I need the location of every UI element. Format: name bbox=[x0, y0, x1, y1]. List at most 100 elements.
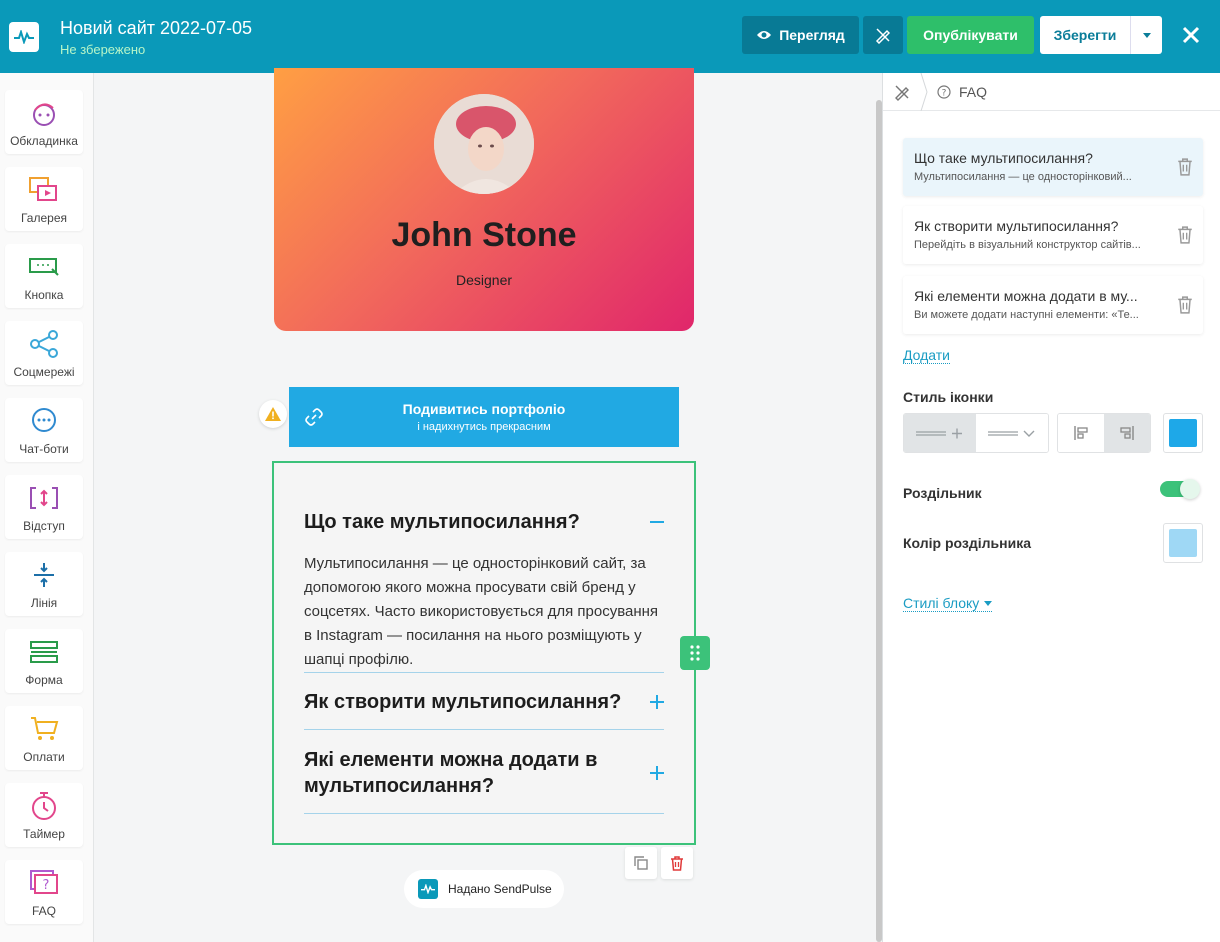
line-icon bbox=[34, 563, 54, 587]
sidebar-item-gallery[interactable]: Галерея bbox=[5, 167, 83, 231]
divider-color-picker[interactable] bbox=[1163, 523, 1203, 563]
block-styles-link[interactable]: Стилі блоку bbox=[903, 595, 993, 612]
icon-color-picker[interactable] bbox=[1163, 413, 1203, 453]
sidebar-item-timer[interactable]: Таймер bbox=[5, 783, 83, 847]
close-button[interactable] bbox=[1162, 16, 1220, 54]
share-icon bbox=[30, 330, 58, 358]
faq-list-item[interactable]: Що таке мультипосилання? Мультипосилання… bbox=[903, 138, 1203, 196]
caret-down-icon bbox=[1142, 32, 1151, 38]
profile-role: Designer bbox=[455, 272, 513, 288]
sidebar-item-faq[interactable]: ? FAQ bbox=[5, 860, 83, 924]
delete-block-button[interactable] bbox=[661, 847, 693, 879]
faq-question-2[interactable]: Як створити мультипосилання? bbox=[304, 689, 634, 715]
divider-toggle[interactable] bbox=[1160, 479, 1200, 499]
preview-button[interactable]: Перегляд bbox=[742, 16, 859, 54]
duplicate-block-button[interactable] bbox=[625, 847, 657, 879]
save-label: Зберегти bbox=[1053, 27, 1117, 43]
sidebar-label: Кнопка bbox=[24, 288, 64, 302]
plus-icon[interactable] bbox=[648, 764, 666, 782]
icon-align-right-option[interactable] bbox=[1104, 414, 1150, 452]
faq-question-1[interactable]: Що таке мультипосилання? bbox=[304, 509, 634, 535]
sidebar-item-line[interactable]: Лінія bbox=[5, 552, 83, 616]
breadcrumb-label: FAQ bbox=[959, 83, 988, 100]
design-tools-icon[interactable] bbox=[893, 83, 911, 101]
pencil-ruler-icon bbox=[875, 28, 891, 44]
site-title[interactable]: Новий сайт 2022-07-05 bbox=[60, 17, 252, 39]
faq-list-item[interactable]: Як створити мультипосилання? Перейдіть в… bbox=[903, 206, 1203, 264]
sidebar-item-social[interactable]: Соцмережі bbox=[5, 321, 83, 385]
faq-block[interactable]: Що таке мультипосилання? Мультипосилання… bbox=[272, 461, 696, 845]
portfolio-button-title: Подивитись портфоліо bbox=[402, 401, 566, 417]
minus-icon[interactable] bbox=[648, 513, 666, 531]
icon-style-label: Стиль іконки bbox=[903, 389, 994, 405]
cover-avatar-icon bbox=[33, 103, 55, 126]
avatar-photo-icon bbox=[434, 94, 534, 194]
settings-panel: ? FAQ Що таке мультипосилання? Мультипос… bbox=[882, 72, 1220, 942]
faq-question-3[interactable]: Які елементи можна додати в мультипосила… bbox=[304, 747, 634, 799]
pulse-icon bbox=[14, 29, 34, 44]
trash-icon[interactable] bbox=[1177, 296, 1193, 314]
drag-handle[interactable] bbox=[680, 636, 710, 670]
icon-align-left-option[interactable] bbox=[1058, 414, 1104, 452]
sidebar-item-chatbots[interactable]: Чат-боти bbox=[5, 398, 83, 462]
divider-color-swatch bbox=[1169, 529, 1197, 557]
spacing-icon bbox=[30, 487, 58, 509]
gallery-icon bbox=[29, 177, 57, 201]
blocks-sidebar: Обкладинка Галерея Кнопка Соцмережі Чат-… bbox=[0, 73, 94, 942]
sidebar-label: Соцмережі bbox=[13, 365, 75, 379]
cover-block[interactable]: John Stone Designer bbox=[274, 68, 694, 331]
sidebar-item-cover[interactable]: Обкладинка bbox=[5, 90, 83, 154]
question-circle-icon: ? bbox=[937, 84, 951, 99]
chat-icon bbox=[32, 408, 56, 432]
align-left-icon bbox=[1074, 426, 1088, 440]
cart-icon bbox=[31, 717, 59, 740]
trash-icon[interactable] bbox=[1177, 226, 1193, 244]
avatar[interactable] bbox=[434, 94, 534, 194]
header-actions: Перегляд Опублікувати Зберегти bbox=[742, 16, 1220, 54]
faq-icon: ? bbox=[30, 870, 58, 894]
sidebar-item-spacing[interactable]: Відступ bbox=[5, 475, 83, 539]
branding-text: Надано SendPulse bbox=[448, 882, 552, 896]
plus-icon[interactable] bbox=[648, 693, 666, 711]
sendpulse-logo[interactable] bbox=[9, 21, 39, 52]
line-plus-icon bbox=[916, 428, 962, 439]
sidebar-label: Обкладинка bbox=[10, 134, 78, 148]
pulse-icon bbox=[421, 884, 435, 894]
sidebar-label: Таймер bbox=[23, 827, 65, 841]
line-chevron-icon bbox=[988, 430, 1035, 437]
divider-color-label: Колір роздільника bbox=[903, 535, 1031, 551]
drag-dots-icon bbox=[690, 645, 700, 661]
sidebar-label: Оплати bbox=[23, 750, 65, 764]
faq-divider bbox=[304, 729, 664, 730]
breadcrumb: ? FAQ bbox=[883, 72, 1220, 111]
warning-indicator[interactable] bbox=[259, 400, 287, 428]
profile-name: John Stone bbox=[391, 216, 577, 254]
timer-icon bbox=[32, 792, 56, 820]
sidebar-label: Галерея bbox=[20, 211, 68, 225]
sidebar-item-form[interactable]: Форма bbox=[5, 629, 83, 693]
preview-label: Перегляд bbox=[779, 27, 845, 43]
faq-list-item[interactable]: Які елементи можна додати в му... Ви мож… bbox=[903, 276, 1203, 334]
link-icon bbox=[305, 408, 323, 426]
icon-style-plus-option[interactable] bbox=[904, 414, 976, 452]
faq-list-question: Які елементи можна додати в му... bbox=[914, 288, 1138, 304]
sidebar-label: Чат-боти bbox=[19, 442, 69, 456]
icon-style-selector bbox=[903, 413, 1049, 453]
trash-icon[interactable] bbox=[1177, 158, 1193, 176]
chevron-right-icon bbox=[920, 72, 928, 111]
publish-button[interactable]: Опублікувати bbox=[907, 16, 1034, 54]
save-dropdown[interactable] bbox=[1130, 16, 1162, 54]
faq-list-preview: Ви можете додати наступні елементи: «Те.… bbox=[914, 309, 1139, 321]
design-button[interactable] bbox=[863, 16, 903, 54]
portfolio-button[interactable]: Подивитись портфоліо і надихнутись прекр… bbox=[289, 387, 679, 447]
sendpulse-brand-logo bbox=[418, 879, 438, 899]
sidebar-item-payments[interactable]: Оплати bbox=[5, 706, 83, 770]
button-icon bbox=[29, 258, 59, 276]
sidebar-item-button[interactable]: Кнопка bbox=[5, 244, 83, 308]
save-button[interactable]: Зберегти bbox=[1040, 16, 1162, 54]
add-faq-link[interactable]: Додати bbox=[903, 347, 950, 364]
svg-text:?: ? bbox=[942, 88, 947, 98]
sendpulse-branding[interactable]: Надано SendPulse bbox=[404, 870, 564, 908]
block-styles-label: Стилі блоку bbox=[903, 595, 980, 611]
icon-style-chevron-option[interactable] bbox=[976, 414, 1048, 452]
